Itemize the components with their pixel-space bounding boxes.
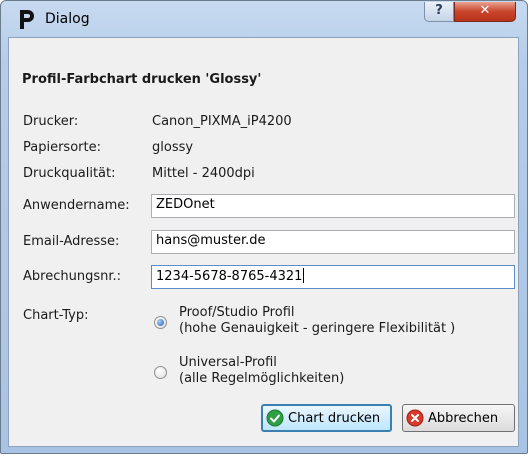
- window-title: Dialog: [45, 11, 90, 27]
- dialog-content: Profil-Farbchart drucken 'Glossy' Drucke…: [8, 37, 519, 447]
- quality-value: Mittel - 2400dpi: [152, 166, 255, 181]
- cancel-button[interactable]: Abbrechen: [402, 404, 515, 432]
- radio-universal-label[interactable]: Universal-Profil (alle Regelmöglichkeite…: [179, 355, 344, 387]
- username-input[interactable]: ZEDOnet: [151, 194, 515, 218]
- radio-proof-studio-label[interactable]: Proof/Studio Profil (hohe Genauigkeit - …: [179, 305, 455, 337]
- proof-studio-title: Proof/Studio Profil: [179, 305, 295, 320]
- quality-label: Druckqualität:: [23, 166, 116, 181]
- email-value: hans@muster.de: [156, 233, 266, 248]
- radio-proof-studio[interactable]: [154, 316, 167, 329]
- help-button[interactable]: ?: [424, 2, 454, 22]
- title-bar[interactable]: Dialog ? ✕: [1, 1, 527, 37]
- cancel-x-icon: [406, 409, 424, 427]
- billing-value: 1234-5678-8765-4321: [156, 269, 303, 284]
- p-logo-icon: [20, 10, 34, 29]
- billing-input[interactable]: 1234-5678-8765-4321: [151, 265, 515, 289]
- dialog-window: Dialog ? ✕ Profil-Farbchart drucken 'Glo…: [0, 0, 528, 454]
- print-chart-button[interactable]: Chart drucken: [261, 404, 392, 432]
- universal-title: Universal-Profil: [179, 355, 277, 370]
- radio-universal[interactable]: [154, 366, 167, 379]
- proof-studio-desc: (hohe Genauigkeit - geringere Flexibilit…: [179, 321, 456, 336]
- close-button[interactable]: ✕: [454, 2, 516, 22]
- dialog-heading: Profil-Farbchart drucken 'Glossy': [22, 72, 262, 87]
- print-chart-label: Chart drucken: [288, 410, 381, 426]
- cancel-label: Abbrechen: [428, 410, 499, 426]
- text-caret: [303, 268, 305, 283]
- check-icon: [266, 409, 284, 427]
- paper-label: Papiersorte:: [23, 140, 101, 155]
- printer-label: Drucker:: [23, 114, 79, 129]
- username-value: ZEDOnet: [156, 197, 215, 212]
- billing-label: Abrechungsnr.:: [23, 269, 121, 284]
- printer-value: Canon_PIXMA_iP4200: [152, 114, 292, 129]
- universal-desc: (alle Regelmöglichkeiten): [179, 371, 345, 386]
- chart-type-label: Chart-Typ:: [23, 308, 89, 323]
- paper-value: glossy: [152, 140, 194, 155]
- email-label: Email-Adresse:: [23, 234, 120, 249]
- username-label: Anwendername:: [23, 198, 130, 213]
- email-input[interactable]: hans@muster.de: [151, 230, 515, 254]
